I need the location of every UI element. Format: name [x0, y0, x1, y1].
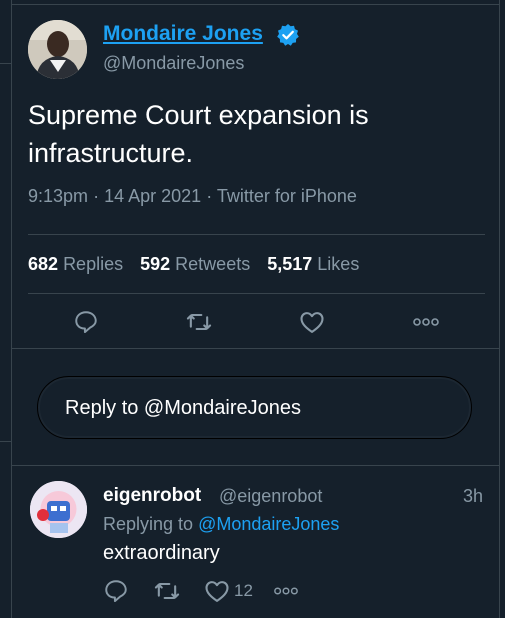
likes-count: 5,517	[267, 254, 313, 274]
actions-divider	[12, 348, 500, 349]
reply-like-button[interactable]: 12	[203, 577, 253, 605]
more-dots-icon	[413, 318, 439, 326]
reply-text: extraordinary	[103, 542, 220, 564]
top-divider	[12, 0, 500, 5]
author-handle: @MondaireJones	[103, 53, 245, 73]
retweet-icon	[186, 313, 212, 331]
left-panel-edge	[0, 0, 12, 618]
replying-label: Replying to	[103, 514, 194, 534]
tweet-date[interactable]: 14 Apr 2021	[104, 186, 201, 206]
like-button[interactable]	[294, 304, 330, 340]
more-dots-icon	[274, 587, 298, 595]
replies-count: 682	[28, 254, 59, 274]
panel-divider	[0, 63, 11, 64]
heart-icon	[300, 312, 324, 333]
retweet-button[interactable]	[181, 304, 217, 340]
stats-bottom-divider	[28, 293, 485, 294]
reply-placeholder: Reply to @MondaireJones	[65, 397, 301, 419]
reply-input[interactable]: Reply to @MondaireJones	[37, 376, 472, 439]
stats-top-divider	[28, 234, 485, 235]
scrollbar-track[interactable]	[499, 0, 505, 618]
replies-stat[interactable]: 682 Replies	[28, 254, 123, 274]
retweets-stat[interactable]: 592 Retweets	[140, 254, 250, 274]
reply-button[interactable]	[68, 304, 104, 340]
author-name-link[interactable]: Mondaire Jones	[103, 22, 263, 46]
meta-separator: ·	[93, 186, 100, 206]
comment-bubble-icon	[75, 311, 97, 334]
retweets-label: Retweets	[175, 254, 251, 274]
replying-to-link[interactable]: @MondaireJones	[198, 514, 339, 534]
reply-like-count: 12	[234, 581, 253, 600]
tweet-source[interactable]: Twitter for iPhone	[217, 186, 357, 206]
reply-reply-button[interactable]	[103, 577, 129, 605]
reply-author-avatar[interactable]	[30, 481, 87, 538]
tweet-meta: 9:13pm · 14 Apr 2021 · Twitter for iPhon…	[28, 186, 357, 207]
tweet-text: Supreme Court expansion is infrastructur…	[28, 100, 369, 168]
meta-separator: ·	[206, 186, 213, 206]
reply-author-handle: @eigenrobot	[219, 486, 323, 506]
panel-divider	[0, 441, 11, 442]
heart-icon	[205, 581, 229, 602]
verified-badge-icon	[276, 23, 300, 47]
engagement-stats: 682 Replies 592 Retweets 5,517 Likes	[28, 254, 359, 275]
likes-label: Likes	[317, 254, 360, 274]
author-avatar[interactable]	[28, 20, 87, 79]
tweet-time[interactable]: 9:13pm	[28, 186, 88, 206]
reply-timestamp[interactable]: 3h	[463, 486, 483, 507]
likes-stat[interactable]: 5,517 Likes	[267, 254, 359, 274]
reply-author-name[interactable]: eigenrobot	[103, 485, 201, 507]
replies-label: Replies	[63, 254, 124, 274]
replying-to: Replying to @MondaireJones	[103, 514, 339, 535]
compose-divider	[12, 465, 500, 466]
more-button[interactable]	[408, 304, 444, 340]
comment-bubble-icon	[105, 580, 127, 603]
retweets-count: 592	[140, 254, 171, 274]
reply-more-button[interactable]	[273, 577, 299, 605]
retweet-icon	[154, 582, 180, 600]
reply-retweet-button[interactable]	[153, 577, 181, 605]
